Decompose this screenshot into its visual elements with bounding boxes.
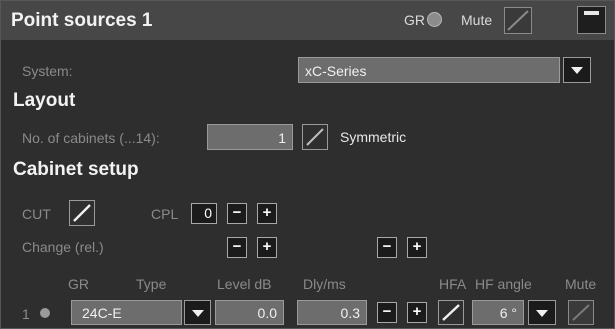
change-rel-label: Change (rel.) — [22, 239, 104, 255]
row-hf-angle-dropdown-button[interactable] — [528, 300, 556, 325]
level-change-plus-button[interactable]: + — [257, 237, 277, 258]
level-change-minus-button[interactable]: − — [227, 237, 247, 258]
col-header-delay: Dly/ms — [303, 276, 346, 292]
col-header-hfa: HFA — [439, 276, 467, 292]
cut-toggle[interactable] — [69, 200, 95, 226]
group-mute-toggle[interactable] — [504, 7, 532, 34]
system-dropdown-button[interactable] — [563, 57, 591, 83]
slash-icon — [442, 304, 460, 321]
panel-title: Point sources 1 — [11, 10, 153, 31]
col-header-gr: GR — [68, 276, 89, 292]
col-header-type: Type — [136, 276, 167, 292]
row-delay-plus-button[interactable]: + — [407, 302, 427, 323]
row-delay-input[interactable]: 0.3 — [297, 300, 367, 325]
row-index: 1 — [22, 306, 30, 322]
gr-label: GR — [404, 12, 425, 28]
cpl-value[interactable]: 0 — [191, 203, 217, 224]
row-type-select[interactable]: 24C-E — [71, 300, 182, 325]
row-mute-toggle[interactable] — [568, 300, 594, 325]
cpl-plus-button[interactable]: + — [257, 203, 277, 224]
minimize-icon — [584, 11, 599, 15]
point-sources-panel: Point sources 1 GR Mute System: xC-Serie… — [0, 0, 615, 329]
delay-change-plus-button[interactable]: + — [407, 237, 427, 258]
row-gr-indicator-icon — [40, 308, 50, 318]
symmetric-toggle[interactable] — [302, 124, 328, 150]
col-header-level: Level dB — [217, 276, 272, 292]
mute-label: Mute — [461, 12, 493, 28]
col-header-mute: Mute — [565, 276, 597, 292]
slash-icon — [73, 204, 91, 222]
delay-change-minus-button[interactable]: − — [377, 237, 397, 258]
row-delay-minus-button[interactable]: − — [377, 302, 397, 323]
slash-icon — [507, 10, 529, 31]
cpl-label: CPL — [151, 206, 179, 222]
symmetric-label: Symmetric — [340, 129, 407, 145]
cabinets-label: No. of cabinets (...14): — [22, 130, 160, 146]
cabinet-setup-section-title: Cabinet setup — [13, 159, 139, 180]
slash-icon — [306, 128, 324, 146]
system-select[interactable]: xC-Series — [298, 57, 560, 83]
cpl-minus-button[interactable]: − — [227, 203, 247, 224]
slash-icon — [572, 304, 590, 321]
panel-header: Point sources 1 GR Mute — [1, 1, 614, 40]
minimize-button[interactable] — [577, 6, 606, 34]
cut-label: CUT — [22, 206, 51, 222]
gr-indicator-icon — [427, 12, 442, 27]
row-hf-angle-value[interactable]: 6 ° — [472, 300, 524, 325]
layout-section-title: Layout — [13, 90, 76, 111]
row-hfa-toggle[interactable] — [438, 300, 464, 325]
cabinets-input[interactable]: 1 — [207, 124, 293, 150]
col-header-hf-angle: HF angle — [475, 276, 532, 292]
system-label: System: — [22, 63, 73, 79]
row-type-dropdown-button[interactable] — [184, 300, 211, 325]
row-level-input[interactable]: 0.0 — [215, 300, 284, 325]
